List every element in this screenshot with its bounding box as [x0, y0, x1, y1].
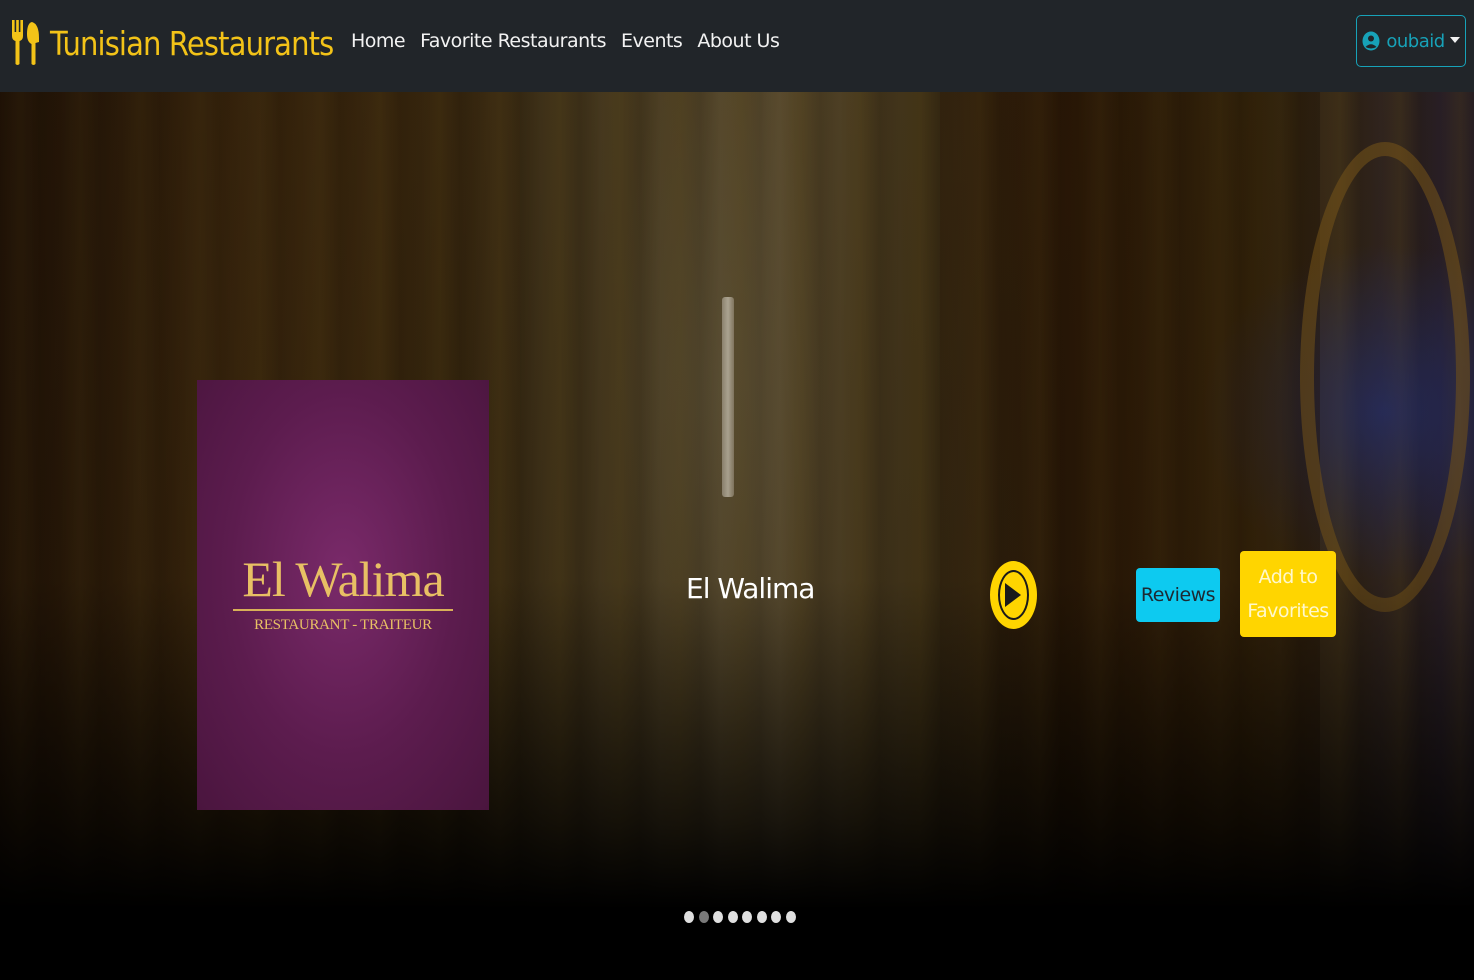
- carousel-indicator-dot[interactable]: [684, 911, 694, 923]
- hero-carousel: El Walima RESTAURANT - TRAITEUR El Walim…: [0, 92, 1474, 980]
- carousel-indicator-dot[interactable]: [771, 911, 781, 923]
- carousel-indicator-dot[interactable]: [713, 911, 723, 923]
- user-dropdown-button[interactable]: oubaid: [1356, 15, 1466, 67]
- play-circle-icon[interactable]: [990, 561, 1037, 629]
- carousel-indicator-dot[interactable]: [727, 911, 738, 923]
- logo-title: El Walima: [242, 551, 444, 607]
- carousel-indicator-dot[interactable]: [756, 911, 767, 923]
- user-name: oubaid: [1386, 30, 1445, 52]
- carousel-indicator-dot[interactable]: [785, 911, 796, 923]
- logo-subtitle: RESTAURANT - TRAITEUR: [254, 617, 432, 633]
- nav-home[interactable]: Home: [351, 30, 406, 52]
- add-to-favorites-button[interactable]: Add to Favorites: [1240, 551, 1336, 637]
- brand-name: Tunisian Restaurants: [50, 23, 334, 63]
- reviews-button[interactable]: Reviews: [1136, 568, 1220, 622]
- fork-knife-icon: [12, 20, 39, 65]
- brand[interactable]: Tunisian Restaurants: [10, 18, 372, 68]
- navbar: Tunisian Restaurants Home Favorite Resta…: [0, 0, 1474, 92]
- user-circle-icon: [1362, 31, 1380, 51]
- logo-divider: [233, 609, 453, 611]
- carousel-indicator-dot[interactable]: [698, 911, 709, 923]
- carousel-indicator-dot[interactable]: [742, 911, 752, 923]
- nav-links: Home Favorite Restaurants Events About U…: [351, 30, 794, 52]
- nav-about-us[interactable]: About Us: [697, 30, 780, 52]
- chevron-down-icon: [1449, 37, 1460, 43]
- restaurant-name: El Walima: [686, 572, 815, 605]
- restaurant-logo: El Walima RESTAURANT - TRAITEUR: [197, 380, 489, 810]
- nav-events[interactable]: Events: [621, 30, 683, 52]
- nav-favorite-restaurants[interactable]: Favorite Restaurants: [420, 30, 606, 52]
- carousel-indicators: [684, 911, 800, 923]
